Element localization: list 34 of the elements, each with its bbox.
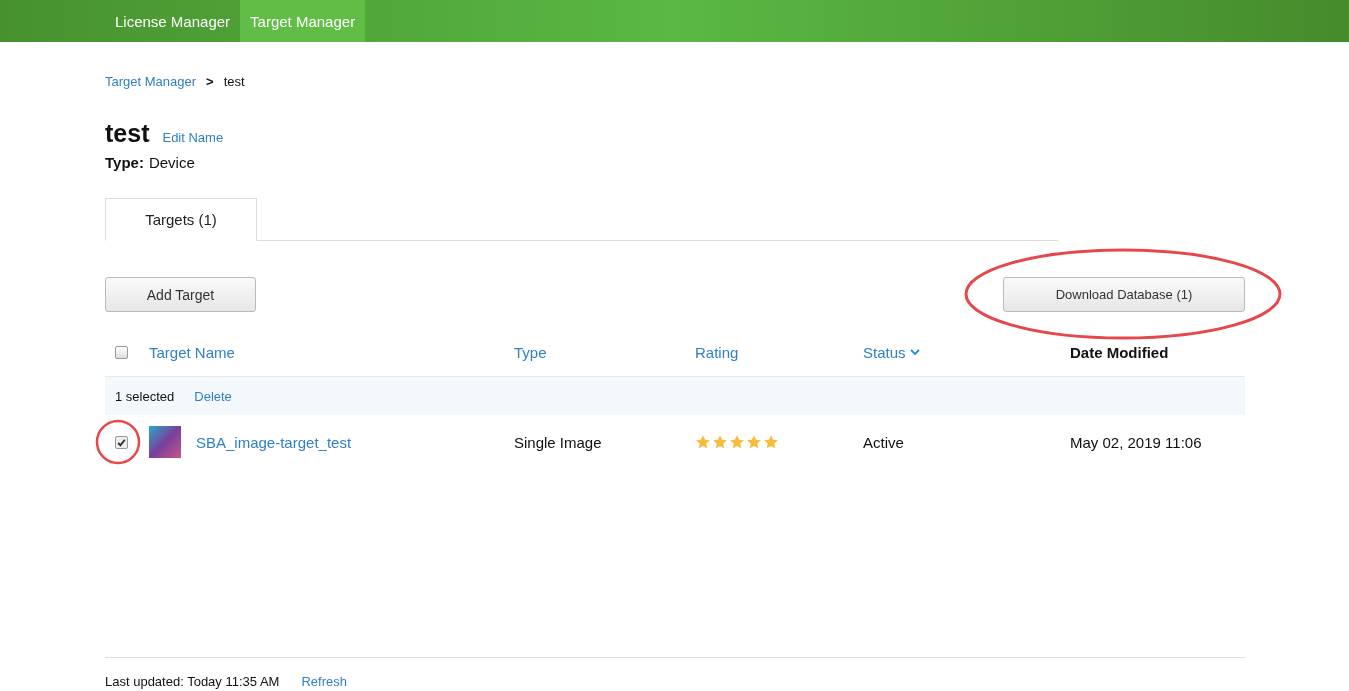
table-cell-text: Active: [863, 433, 905, 451]
column-header[interactable]: Type: [514, 343, 547, 361]
download-database-button[interactable]: Download Database (1): [1003, 277, 1245, 312]
select-all-checkbox[interactable]: [115, 345, 128, 359]
star-icon: [712, 434, 728, 450]
add-target-button[interactable]: Add Target: [105, 277, 256, 312]
page-title: test: [105, 119, 150, 148]
star-icon: [746, 434, 762, 450]
selected-count: 1 selected: [115, 388, 175, 404]
table-cell-text: Single Image: [514, 433, 603, 451]
nav-tab[interactable]: License Manager: [105, 0, 241, 42]
breadcrumb-separator: >: [206, 74, 214, 89]
breadcrumb-current: test: [223, 74, 245, 89]
nav-tab[interactable]: Target Manager: [240, 0, 366, 42]
delete-link[interactable]: Delete: [194, 388, 232, 404]
star-icon: [763, 434, 779, 450]
targets-tab[interactable]: Targets (1): [105, 198, 257, 241]
edit-name-link[interactable]: Edit Name: [162, 130, 224, 145]
star-icon: [695, 434, 711, 450]
refresh-link[interactable]: Refresh: [301, 674, 347, 689]
image-thumbnail: [149, 426, 181, 458]
target-name-link[interactable]: SBA_image-target_test: [196, 433, 352, 451]
type-value: Device: [148, 154, 195, 171]
row-checkbox[interactable]: [115, 435, 128, 449]
column-header[interactable]: Target Name: [149, 343, 235, 361]
star-icon: [729, 434, 745, 450]
type-label: Type:: [105, 154, 144, 171]
table-cell-text: May 02, 2019 11:06: [1070, 433, 1203, 451]
chevron-down-icon[interactable]: [909, 348, 920, 356]
column-header[interactable]: Rating: [695, 343, 739, 361]
column-header: Date Modified: [1070, 343, 1169, 361]
last-updated-text: Last updated: Today 11:35 AM: [105, 674, 280, 689]
breadcrumb-link[interactable]: Target Manager: [105, 74, 197, 89]
column-header[interactable]: Status: [863, 343, 906, 361]
